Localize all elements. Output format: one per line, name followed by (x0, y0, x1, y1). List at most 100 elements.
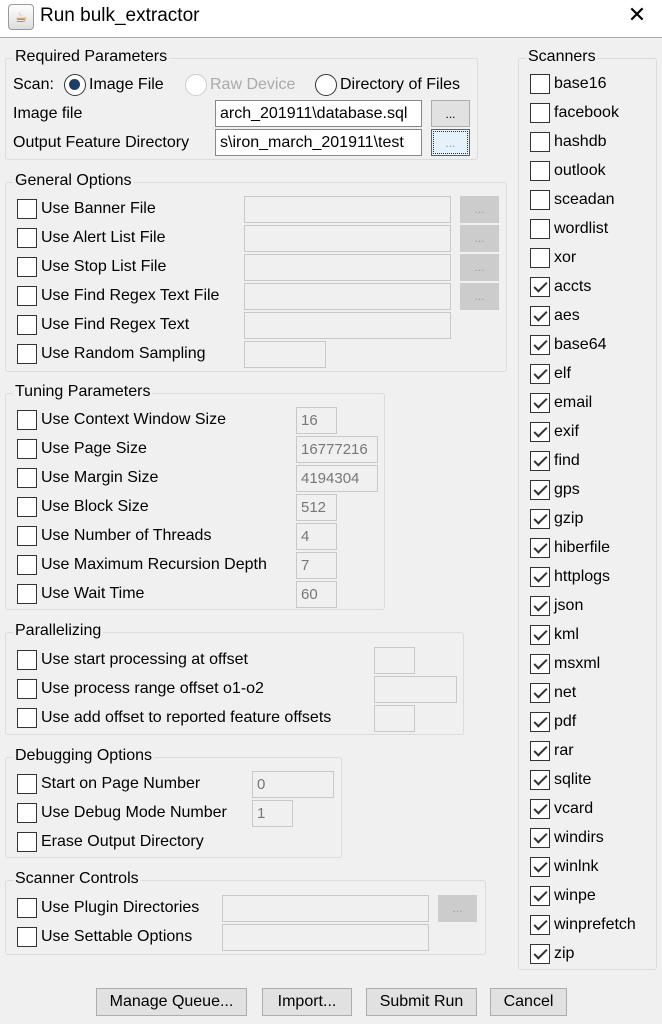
controls-option-input (222, 924, 429, 951)
radio-label-raw-device: Raw Device (210, 76, 296, 93)
parallel-checkbox-2[interactable] (17, 708, 37, 728)
tuning-option-label: Use Wait Time (41, 585, 145, 602)
general-option-input (244, 283, 451, 310)
tuning-option-label: Use Block Size (41, 498, 149, 515)
scanner-label-httplogs: httplogs (554, 568, 611, 585)
tuning-checkbox-0[interactable] (17, 410, 37, 430)
general-browse-button: ... (460, 283, 499, 310)
scanner-label-pdf: pdf (554, 713, 577, 730)
general-checkbox-5[interactable] (17, 344, 37, 364)
scanner-checkbox-httplogs[interactable] (530, 567, 550, 587)
parallel-checkbox-0[interactable] (17, 650, 37, 670)
tuning-option-input: 60 (296, 581, 337, 608)
debug-checkbox-1[interactable] (17, 803, 37, 823)
tuning-group-title: Tuning Parameters (13, 383, 153, 401)
radio-label-directory: Directory of Files (340, 76, 461, 93)
scanner-checkbox-email[interactable] (530, 393, 550, 413)
scanner-checkbox-winpe[interactable] (530, 886, 550, 906)
tuning-checkbox-2[interactable] (17, 468, 37, 488)
general-checkbox-4[interactable] (17, 315, 37, 335)
scanner-checkbox-find[interactable] (530, 451, 550, 471)
scanner-checkbox-pdf[interactable] (530, 712, 550, 732)
submit-run-button[interactable]: Submit Run (366, 988, 477, 1016)
radio-image-file[interactable] (64, 74, 86, 96)
general-browse-button: ... (460, 225, 499, 252)
scanner-checkbox-elf[interactable] (530, 364, 550, 384)
scanner-checkbox-winlnk[interactable] (530, 857, 550, 877)
scanner-checkbox-gps[interactable] (530, 480, 550, 500)
tuning-checkbox-5[interactable] (17, 555, 37, 575)
controls-checkbox-0[interactable] (17, 898, 37, 918)
scanner-checkbox-rar[interactable] (530, 741, 550, 761)
debug-checkbox-0[interactable] (17, 774, 37, 794)
controls-checkbox-1[interactable] (17, 927, 37, 947)
radio-directory-of-files[interactable] (315, 74, 337, 96)
tuning-option-input: 16 (296, 407, 337, 434)
scanner-checkbox-xor[interactable] (530, 248, 550, 268)
scanner-checkbox-gzip[interactable] (530, 509, 550, 529)
image-file-browse-button[interactable]: ... (431, 100, 470, 127)
import-button[interactable]: Import... (262, 988, 352, 1016)
cancel-button[interactable]: Cancel (490, 988, 567, 1016)
scanner-label-wordlist: wordlist (554, 220, 609, 237)
scanner-checkbox-windirs[interactable] (530, 828, 550, 848)
controls-option-label: Use Plugin Directories (41, 899, 200, 916)
tuning-checkbox-6[interactable] (17, 584, 37, 604)
tuning-checkbox-1[interactable] (17, 439, 37, 459)
scanner-checkbox-msxml[interactable] (530, 654, 550, 674)
image-file-input[interactable]: arch_201911\database.sql (215, 100, 422, 127)
general-option-label: Use Find Regex Text (41, 316, 190, 333)
parallel-option-label: Use start processing at offset (41, 651, 248, 668)
scanner-checkbox-wordlist[interactable] (530, 219, 550, 239)
tuning-option-label: Use Margin Size (41, 469, 159, 486)
scanner-checkbox-winprefetch[interactable] (530, 915, 550, 935)
general-checkbox-0[interactable] (17, 199, 37, 219)
scanner-checkbox-accts[interactable] (530, 277, 550, 297)
parallel-checkbox-1[interactable] (17, 679, 37, 699)
close-icon[interactable]: ✕ (624, 2, 650, 28)
window-title: Run bulk_extractor (40, 5, 200, 26)
output-directory-input[interactable]: s\iron_march_201911\test (215, 129, 422, 156)
scanner-checkbox-outlook[interactable] (530, 161, 550, 181)
scanner-label-hashdb: hashdb (554, 133, 607, 150)
general-checkbox-2[interactable] (17, 257, 37, 277)
scanner-checkbox-base16[interactable] (530, 74, 550, 94)
scanner-checkbox-vcard[interactable] (530, 799, 550, 819)
scanner-checkbox-hashdb[interactable] (530, 132, 550, 152)
manage-queue-button[interactable]: Manage Queue... (96, 988, 247, 1016)
radio-raw-device (185, 74, 207, 96)
scanner-checkbox-net[interactable] (530, 683, 550, 703)
scanner-label-facebook: facebook (554, 104, 619, 121)
scanner-checkbox-zip[interactable] (530, 944, 550, 964)
scanner-checkbox-hiberfile[interactable] (530, 538, 550, 558)
scanner-checkbox-json[interactable] (530, 596, 550, 616)
scanner-checkbox-base64[interactable] (530, 335, 550, 355)
scanner-label-xor: xor (554, 249, 577, 266)
general-checkbox-3[interactable] (17, 286, 37, 306)
general-checkbox-1[interactable] (17, 228, 37, 248)
scanner-label-sceadan: sceadan (554, 191, 615, 208)
debug-group-title: Debugging Options (13, 747, 154, 765)
parallel-option-input (374, 705, 415, 732)
debug-checkbox-2[interactable] (17, 832, 37, 852)
scanner-checkbox-facebook[interactable] (530, 103, 550, 123)
controls-group-title: Scanner Controls (13, 870, 141, 888)
title-bar: ☕ Run bulk_extractor ✕ (0, 0, 662, 38)
scanner-checkbox-sqlite[interactable] (530, 770, 550, 790)
debug-option-label: Use Debug Mode Number (41, 804, 227, 821)
debug-option-input: 1 (252, 800, 293, 827)
scanner-checkbox-kml[interactable] (530, 625, 550, 645)
scanner-checkbox-exif[interactable] (530, 422, 550, 442)
tuning-checkbox-4[interactable] (17, 526, 37, 546)
scanner-checkbox-aes[interactable] (530, 306, 550, 326)
tuning-checkbox-3[interactable] (17, 497, 37, 517)
general-option-label: Use Find Regex Text File (41, 287, 220, 304)
scanner-label-email: email (554, 394, 593, 411)
scanner-checkbox-sceadan[interactable] (530, 190, 550, 210)
scanner-label-accts: accts (554, 278, 592, 295)
scanner-label-net: net (554, 684, 577, 701)
output-directory-browse-button[interactable]: ... (431, 129, 470, 156)
scanner-label-sqlite: sqlite (554, 771, 592, 788)
tuning-option-input: 7 (296, 552, 337, 579)
parallel-option-label: Use process range offset o1-o2 (41, 680, 264, 697)
